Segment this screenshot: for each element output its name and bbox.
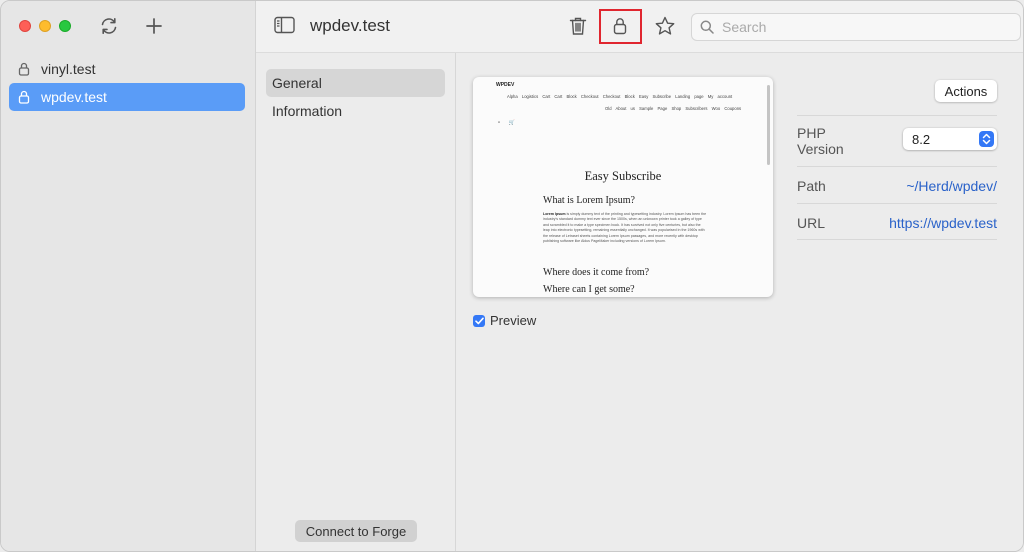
sidebar-toggle-icon[interactable] [274,16,295,34]
search-icon [700,20,714,34]
lock-icon [18,62,30,76]
chevron-updown-icon [979,131,994,147]
path-link[interactable]: ~/Herd/wpdev/ [906,178,997,194]
preview-heading-2: Where does it come from? [543,267,650,278]
preview-scrollbar[interactable] [767,85,770,165]
preview-checkbox-row[interactable]: Preview [473,313,536,328]
trash-icon[interactable] [565,13,591,39]
actions-button[interactable]: Actions [935,80,997,102]
preview-body-bold: Lorem Ipsum [543,212,566,216]
preview-heading: Easy Subscribe [584,169,662,183]
highlight-box [599,9,642,44]
url-row: URL https://wpdev.test [797,203,997,240]
refresh-icon[interactable] [98,15,120,37]
toolbar: wpdev.test [256,1,1023,53]
preview-logo: WPDEV [496,82,515,88]
preview-nav-row1: Alpha Logistics Cart Cart Block Checkout… [507,94,733,99]
connect-to-forge-button[interactable]: Connect to Forge [295,520,417,542]
user-icon: ⚬ [497,120,502,126]
window-title: wpdev.test [310,16,391,35]
site-detail-panel: WPDEV Alpha Logistics Cart Cart Block Ch… [457,53,1023,551]
preview-body-text: Lorem Ipsum is simply dummy text of the … [543,212,708,244]
add-site-icon[interactable] [143,15,165,37]
site-list: vinyl.test wpdev.test [1,53,255,111]
preview-nav-row2: Old About us Sample Page Shop Subscriber… [605,106,742,111]
nav-item-information[interactable]: Information [266,97,445,125]
zoom-window-button[interactable] [59,20,71,32]
site-item-label: vinyl.test [41,61,96,77]
site-settings-nav: General Information Connect to Forge [256,53,456,551]
search-input[interactable] [722,19,1002,35]
sites-sidebar: vinyl.test wpdev.test [1,1,256,551]
site-item-wpdev[interactable]: wpdev.test [9,83,245,111]
site-item-vinyl[interactable]: vinyl.test [9,55,245,83]
preview-header-icons: ⚬ 🛒 [497,120,515,126]
nav-item-general[interactable]: General [266,69,445,97]
search-field[interactable] [691,13,1021,41]
preview-heading-3: Where can I get some? [543,284,635,295]
url-label: URL [797,215,826,231]
site-preview: WPDEV Alpha Logistics Cart Cart Block Ch… [473,77,773,297]
preview-checkbox[interactable] [473,314,485,327]
php-version-label: PHP Version [797,125,844,157]
checkmark-icon [474,316,484,324]
php-version-select[interactable]: 8.2 [903,128,997,150]
cart-icon: 🛒 [508,120,515,126]
site-item-label: wpdev.test [41,89,107,105]
close-window-button[interactable] [19,20,31,32]
site-info-table: PHP Version 8.2 Path ~/Herd/wpdev/ URL h… [797,115,997,240]
star-icon[interactable] [652,13,678,39]
preview-checkbox-label: Preview [490,313,537,328]
url-link[interactable]: https://wpdev.test [889,215,997,231]
minimize-window-button[interactable] [39,20,51,32]
preview-subheading: What is Lorem Ipsum? [543,195,635,206]
php-version-row: PHP Version 8.2 [797,115,997,166]
path-label: Path [797,178,826,194]
php-version-value: 8.2 [912,131,931,147]
preview-body: is simply dummy text of the printing and… [543,212,707,244]
lock-icon [18,90,30,104]
sidebar-titlebar [1,1,255,53]
path-row: Path ~/Herd/wpdev/ [797,166,997,203]
app-window: vinyl.test wpdev.test wpdev.test Search … [0,0,1024,552]
